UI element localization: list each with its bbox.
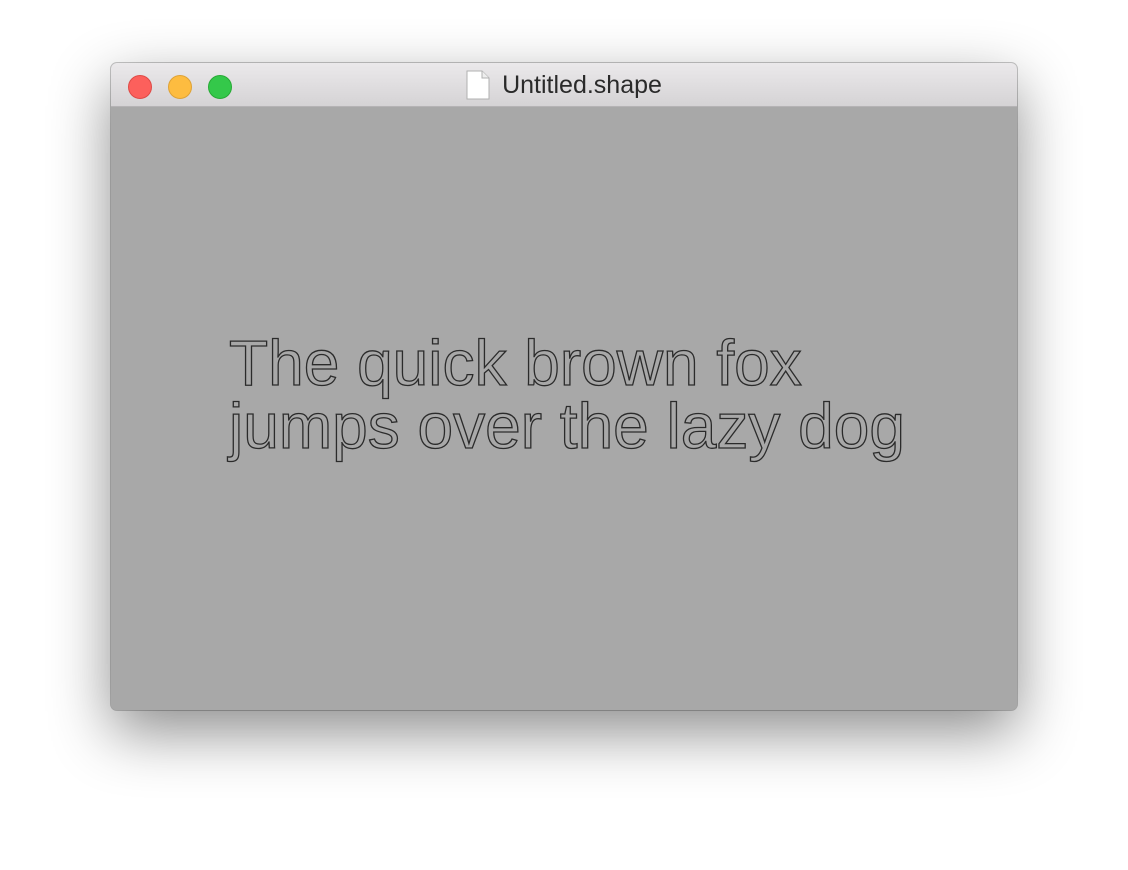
outlined-text-shape[interactable]: The quick brown fox jumps over the lazy d… [228, 327, 905, 462]
title-bar[interactable]: Untitled.shape [111, 63, 1017, 107]
window-title-text: Untitled.shape [502, 70, 662, 99]
window-title: Untitled.shape [111, 63, 1017, 107]
app-window: Untitled.shape The quick brown fox jumps … [111, 63, 1017, 710]
text-line-1: The quick brown fox [228, 327, 802, 399]
text-line-2: jumps over the lazy dog [228, 390, 905, 462]
document-icon [466, 70, 490, 100]
shape-canvas[interactable]: The quick brown fox jumps over the lazy d… [111, 107, 1017, 710]
